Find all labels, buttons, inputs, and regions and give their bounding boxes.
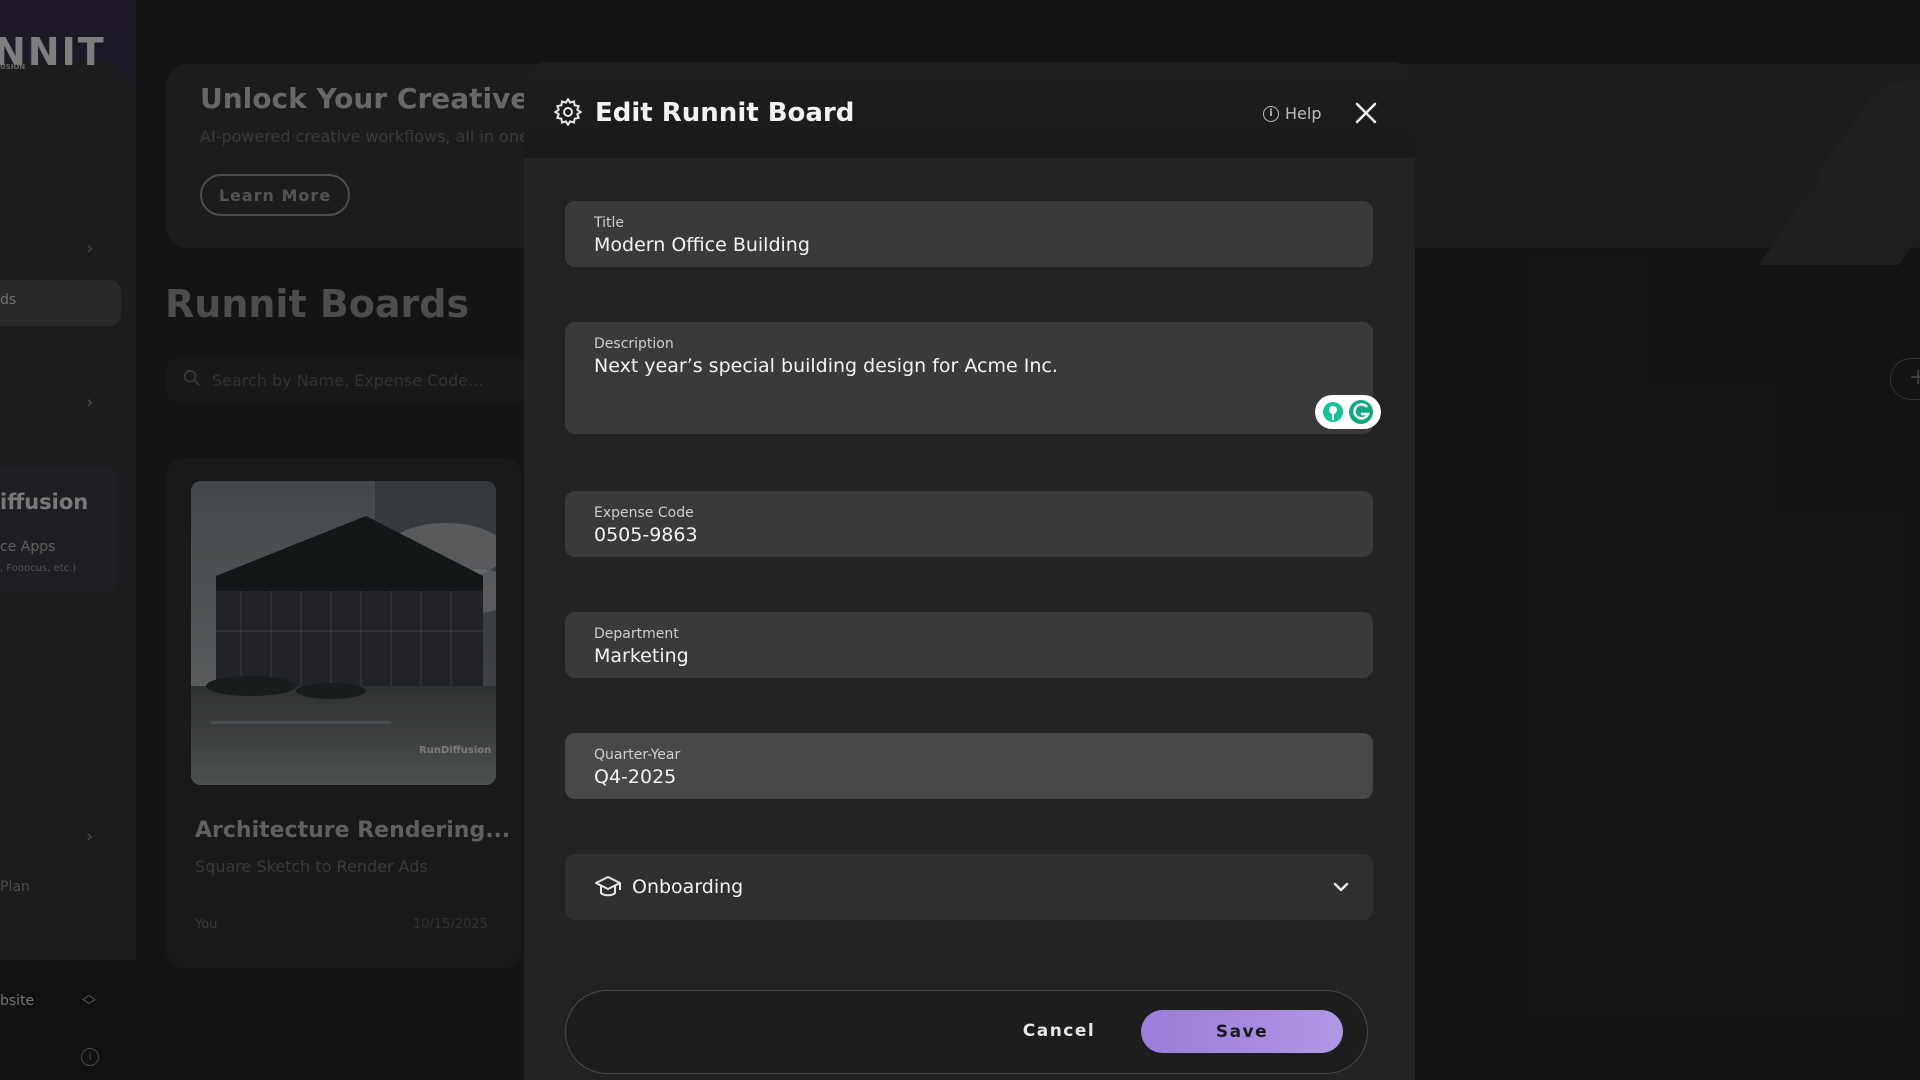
title-field[interactable]: Title Modern Office Building bbox=[565, 201, 1373, 267]
help-button[interactable]: i Help bbox=[1263, 104, 1321, 123]
quarter-year-field[interactable]: Quarter-Year Q4-2025 bbox=[565, 733, 1373, 799]
close-icon[interactable] bbox=[1353, 100, 1379, 126]
expense-code-field-value[interactable]: 0505-9863 bbox=[594, 524, 698, 546]
grammarly-widget[interactable] bbox=[1315, 395, 1381, 429]
department-field[interactable]: Department Marketing bbox=[565, 612, 1373, 678]
title-field-label: Title bbox=[594, 215, 625, 231]
expense-code-field-label: Expense Code bbox=[594, 505, 694, 521]
title-field-value[interactable]: Modern Office Building bbox=[594, 234, 810, 256]
modal-title: Edit Runnit Board bbox=[595, 98, 855, 128]
quarter-year-field-value[interactable]: Q4-2025 bbox=[594, 766, 676, 788]
department-field-label: Department bbox=[594, 626, 679, 642]
onboarding-dropdown-label: Onboarding bbox=[632, 876, 744, 898]
chevron-down-icon bbox=[1333, 882, 1349, 892]
description-field-label: Description bbox=[594, 336, 674, 352]
help-icon: i bbox=[1263, 105, 1279, 122]
edit-board-modal: Edit Runnit Board i Help Title Modern Of… bbox=[524, 62, 1415, 1080]
onboarding-dropdown[interactable]: Onboarding bbox=[565, 854, 1373, 920]
expense-code-field[interactable]: Expense Code 0505-9863 bbox=[565, 491, 1373, 557]
cancel-button[interactable]: Cancel bbox=[1009, 1010, 1109, 1052]
modal-header: Edit Runnit Board i Help bbox=[524, 62, 1415, 158]
help-label: Help bbox=[1285, 104, 1322, 123]
save-button[interactable]: Save bbox=[1141, 1010, 1343, 1053]
department-field-value[interactable]: Marketing bbox=[594, 645, 689, 667]
description-field-value[interactable]: Next year’s special building design for … bbox=[594, 355, 1058, 377]
gear-icon bbox=[554, 98, 582, 126]
modal-footer: Cancel Save bbox=[565, 990, 1368, 1074]
quarter-year-field-label: Quarter-Year bbox=[594, 747, 681, 763]
description-field[interactable]: Description Next year’s special building… bbox=[565, 322, 1381, 434]
graduation-cap-icon bbox=[595, 876, 621, 897]
grammarly-icon bbox=[1323, 400, 1373, 424]
